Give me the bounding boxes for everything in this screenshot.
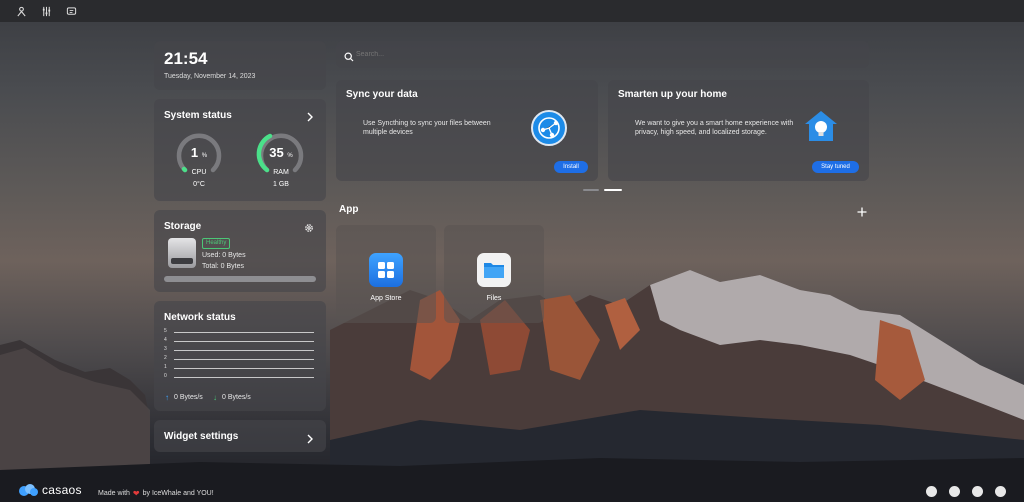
apps-section-title: App xyxy=(339,204,359,215)
forum-icon[interactable] xyxy=(926,486,937,497)
app-store-label: App Store xyxy=(370,295,402,302)
download-rate: 0 Bytes/s xyxy=(222,394,251,401)
storage-used: Used: 0 Bytes xyxy=(202,252,246,259)
syncthing-icon xyxy=(531,110,567,146)
chat-icon[interactable] xyxy=(64,4,79,19)
network-tick-label: 3 xyxy=(164,346,167,352)
ram-size: 1 GB xyxy=(273,181,289,188)
clock-widget: 21:54 Tuesday, November 14, 2023 xyxy=(154,41,326,90)
healthy-badge: Healthy xyxy=(202,238,231,249)
network-gridline xyxy=(174,350,314,351)
network-gridline xyxy=(174,359,314,360)
upload-rate: 0 Bytes/s xyxy=(174,394,203,401)
chevron-right-icon[interactable] xyxy=(306,109,314,127)
network-gridline xyxy=(174,332,314,333)
files-label: Files xyxy=(486,295,502,302)
widget-settings-label: Widget settings xyxy=(164,431,239,442)
user-icon[interactable] xyxy=(14,4,29,19)
add-app-icon[interactable] xyxy=(857,204,867,222)
casaos-logo: casaos xyxy=(18,483,82,497)
discord-icon[interactable] xyxy=(949,486,960,497)
sync-promo-text: Use Syncthing to sync your files between… xyxy=(363,120,491,136)
storage-title: Storage xyxy=(164,221,202,232)
search-icon xyxy=(344,49,354,67)
credit-text: by IceWhale and YOU! xyxy=(142,490,214,497)
gear-icon[interactable] xyxy=(304,220,314,238)
download-arrow-icon: ↓ xyxy=(213,393,217,402)
network-title: Network status xyxy=(164,312,236,323)
casaos-logo-text: casaos xyxy=(42,483,82,497)
carousel-dot[interactable] xyxy=(583,189,599,191)
search-input[interactable] xyxy=(356,47,856,62)
made-with-text: Made with xyxy=(98,490,130,497)
cpu-label: CPU xyxy=(191,169,207,176)
clock-time: 21:54 xyxy=(164,49,208,68)
feedback-icon[interactable] xyxy=(995,486,1006,497)
app-tile-app-store[interactable]: App Store xyxy=(336,225,436,323)
network-tick-label: 2 xyxy=(164,355,167,361)
footer-credit: Made with ❤ by IceWhale and YOU! xyxy=(98,489,214,498)
disk-icon xyxy=(168,238,196,268)
smart-home-icon xyxy=(803,108,839,144)
stay-tuned-button[interactable]: Stay tuned xyxy=(812,161,859,173)
system-status-title: System status xyxy=(164,110,232,121)
heart-icon: ❤ xyxy=(132,489,140,498)
install-button[interactable]: Install xyxy=(554,161,588,173)
ram-label: RAM xyxy=(273,169,289,176)
smart-home-promo-text: We want to give you a smart home experie… xyxy=(635,120,794,136)
network-tick-label: 0 xyxy=(164,373,167,379)
network-tick-label: 5 xyxy=(164,328,167,334)
clock-date: Tuesday, November 14, 2023 xyxy=(164,73,256,80)
network-status-widget: Network status 5 4 3 2 1 0 ↑ 0 Bytes/s ↓ 0 By… xyxy=(154,301,326,411)
widget-settings-button[interactable]: Widget settings xyxy=(154,420,326,452)
chevron-right-icon xyxy=(306,431,314,449)
storage-total: Total: 0 Bytes xyxy=(202,263,245,270)
cpu-value: 1 xyxy=(190,145,199,160)
files-folder-icon xyxy=(477,253,511,287)
smart-home-promo-card: Smarten up your home We want to give you… xyxy=(608,80,869,181)
sliders-icon[interactable] xyxy=(39,4,54,19)
sync-promo-title: Sync your data xyxy=(346,89,418,100)
github-icon[interactable] xyxy=(972,486,983,497)
cpu-unit: % xyxy=(201,153,208,159)
cpu-temp: 0°C xyxy=(193,181,205,188)
smart-home-promo-title: Smarten up your home xyxy=(618,89,727,100)
ram-value: 35 xyxy=(269,145,284,160)
top-bar xyxy=(0,0,1024,22)
carousel-dot-active[interactable] xyxy=(604,189,622,191)
app-tile-files[interactable]: Files xyxy=(444,225,544,323)
network-gridline xyxy=(174,341,314,342)
search-bar[interactable] xyxy=(336,41,869,68)
sync-promo-card: Sync your data Use Syncthing to sync you… xyxy=(336,80,598,181)
system-status-widget: System status 1 % CPU 0°C 35 % RAM 1 GB xyxy=(154,99,326,201)
storage-widget: Storage Healthy Used: 0 Bytes Total: 0 B… xyxy=(154,210,326,292)
network-gridline xyxy=(174,377,314,378)
ram-unit: % xyxy=(287,153,293,159)
app-store-icon xyxy=(369,253,403,287)
network-tick-label: 1 xyxy=(164,364,167,370)
network-gridline xyxy=(174,368,314,369)
network-tick-label: 4 xyxy=(164,337,167,343)
network-chart: 5 4 3 2 1 0 xyxy=(162,328,318,382)
upload-arrow-icon: ↑ xyxy=(165,393,169,402)
storage-usage-bar xyxy=(164,276,316,282)
